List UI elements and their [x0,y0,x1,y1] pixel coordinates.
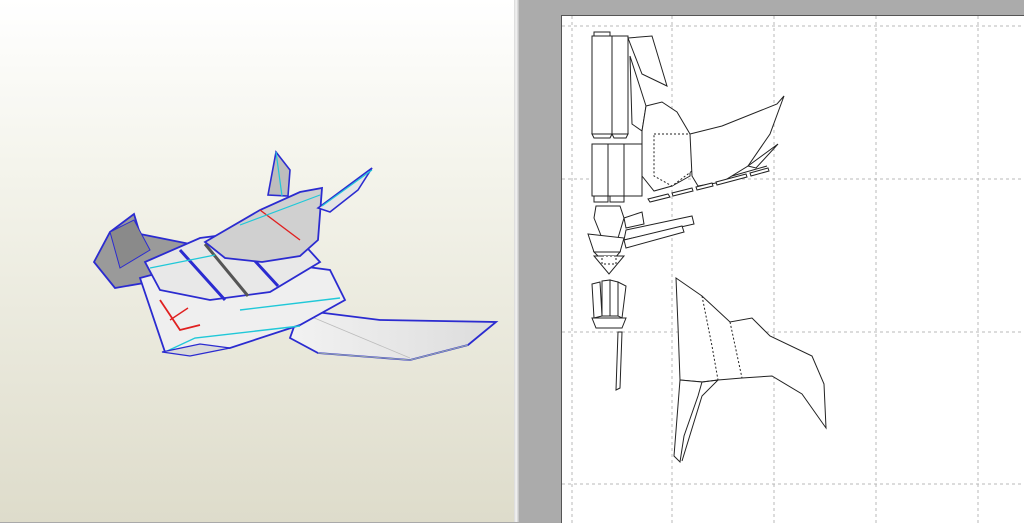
paper-sheet [561,15,1024,523]
3d-model-view[interactable] [0,0,514,522]
spaceship-3d-model[interactable] [0,0,514,522]
2d-pattern-view[interactable] [519,0,1024,523]
unfolded-pattern[interactable] [562,16,1024,523]
pattern-parts [587,31,827,464]
